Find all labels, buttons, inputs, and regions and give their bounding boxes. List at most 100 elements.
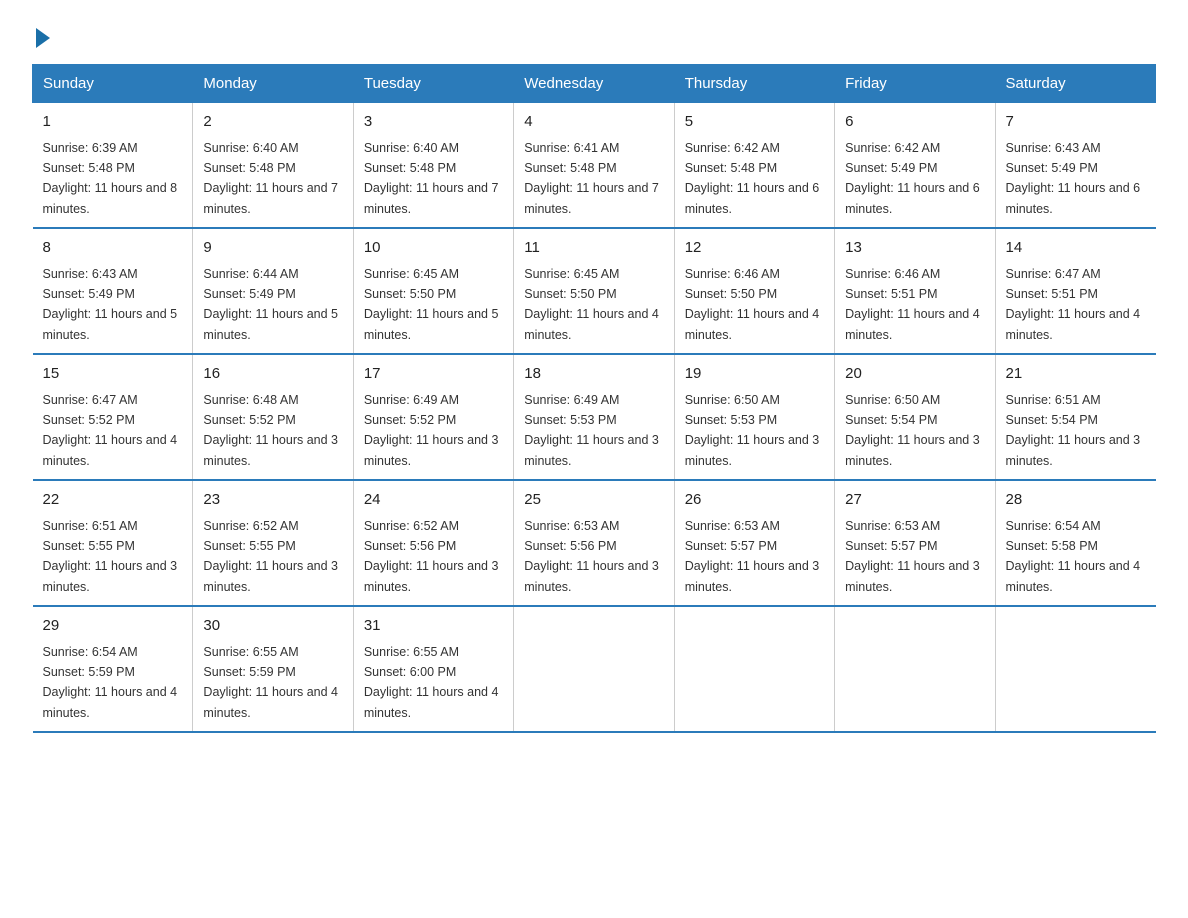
day-number: 31 xyxy=(364,615,503,638)
day-info: Sunrise: 6:40 AMSunset: 5:48 PMDaylight:… xyxy=(203,141,338,216)
calendar-cell: 13 Sunrise: 6:46 AMSunset: 5:51 PMDayligh… xyxy=(835,228,995,354)
day-number: 21 xyxy=(1006,363,1146,386)
day-number: 14 xyxy=(1006,237,1146,260)
day-number: 3 xyxy=(364,111,503,134)
calendar-header-row: SundayMondayTuesdayWednesdayThursdayFrid… xyxy=(33,65,1156,103)
calendar-cell: 12 Sunrise: 6:46 AMSunset: 5:50 PMDayligh… xyxy=(674,228,834,354)
day-info: Sunrise: 6:49 AMSunset: 5:53 PMDaylight:… xyxy=(524,393,659,468)
day-info: Sunrise: 6:42 AMSunset: 5:49 PMDaylight:… xyxy=(845,141,980,216)
day-info: Sunrise: 6:52 AMSunset: 5:55 PMDaylight:… xyxy=(203,519,338,594)
day-info: Sunrise: 6:39 AMSunset: 5:48 PMDaylight:… xyxy=(43,141,178,216)
header-thursday: Thursday xyxy=(674,65,834,103)
day-info: Sunrise: 6:46 AMSunset: 5:51 PMDaylight:… xyxy=(845,267,980,342)
calendar-cell: 7 Sunrise: 6:43 AMSunset: 5:49 PMDaylight… xyxy=(995,103,1155,229)
calendar-cell: 30Sunrise: 6:55 AMSunset: 5:59 PMDayligh… xyxy=(193,606,353,732)
calendar-cell: 1 Sunrise: 6:39 AMSunset: 5:48 PMDaylight… xyxy=(33,103,193,229)
calendar-cell: 26Sunrise: 6:53 AMSunset: 5:57 PMDayligh… xyxy=(674,480,834,606)
day-info: Sunrise: 6:41 AMSunset: 5:48 PMDaylight:… xyxy=(524,141,659,216)
day-number: 7 xyxy=(1006,111,1146,134)
calendar-cell: 25Sunrise: 6:53 AMSunset: 5:56 PMDayligh… xyxy=(514,480,674,606)
header-sunday: Sunday xyxy=(33,65,193,103)
calendar-cell: 23 Sunrise: 6:52 AMSunset: 5:55 PMDayligh… xyxy=(193,480,353,606)
day-number: 19 xyxy=(685,363,824,386)
calendar-cell: 18 Sunrise: 6:49 AMSunset: 5:53 PMDayligh… xyxy=(514,354,674,480)
logo xyxy=(32,24,50,44)
day-number: 15 xyxy=(43,363,183,386)
day-info: Sunrise: 6:47 AMSunset: 5:52 PMDaylight:… xyxy=(43,393,178,468)
day-number: 4 xyxy=(524,111,663,134)
calendar-cell: 24Sunrise: 6:52 AMSunset: 5:56 PMDayligh… xyxy=(353,480,513,606)
day-info: Sunrise: 6:44 AMSunset: 5:49 PMDaylight:… xyxy=(203,267,338,342)
day-number: 29 xyxy=(43,615,183,638)
header-friday: Friday xyxy=(835,65,995,103)
calendar-cell: 11 Sunrise: 6:45 AMSunset: 5:50 PMDayligh… xyxy=(514,228,674,354)
calendar-cell xyxy=(835,606,995,732)
day-number: 8 xyxy=(43,237,183,260)
day-info: Sunrise: 6:51 AMSunset: 5:54 PMDaylight:… xyxy=(1006,393,1141,468)
day-info: Sunrise: 6:48 AMSunset: 5:52 PMDaylight:… xyxy=(203,393,338,468)
day-number: 27 xyxy=(845,489,984,512)
day-number: 16 xyxy=(203,363,342,386)
day-number: 12 xyxy=(685,237,824,260)
calendar-week-row: 29Sunrise: 6:54 AMSunset: 5:59 PMDayligh… xyxy=(33,606,1156,732)
day-info: Sunrise: 6:55 AMSunset: 5:59 PMDaylight:… xyxy=(203,645,338,720)
day-info: Sunrise: 6:42 AMSunset: 5:48 PMDaylight:… xyxy=(685,141,820,216)
calendar-cell: 27 Sunrise: 6:53 AMSunset: 5:57 PMDayligh… xyxy=(835,480,995,606)
calendar-cell: 4 Sunrise: 6:41 AMSunset: 5:48 PMDaylight… xyxy=(514,103,674,229)
day-number: 22 xyxy=(43,489,183,512)
header-monday: Monday xyxy=(193,65,353,103)
day-number: 6 xyxy=(845,111,984,134)
day-number: 1 xyxy=(43,111,183,134)
day-number: 5 xyxy=(685,111,824,134)
day-number: 9 xyxy=(203,237,342,260)
day-info: Sunrise: 6:50 AMSunset: 5:54 PMDaylight:… xyxy=(845,393,980,468)
logo-arrow-icon xyxy=(36,28,50,48)
header-saturday: Saturday xyxy=(995,65,1155,103)
calendar-cell: 28 Sunrise: 6:54 AMSunset: 5:58 PMDayligh… xyxy=(995,480,1155,606)
calendar-cell: 5 Sunrise: 6:42 AMSunset: 5:48 PMDaylight… xyxy=(674,103,834,229)
day-info: Sunrise: 6:53 AMSunset: 5:57 PMDaylight:… xyxy=(845,519,980,594)
calendar-cell: 31 Sunrise: 6:55 AMSunset: 6:00 PMDayligh… xyxy=(353,606,513,732)
calendar-cell: 16 Sunrise: 6:48 AMSunset: 5:52 PMDayligh… xyxy=(193,354,353,480)
day-number: 28 xyxy=(1006,489,1146,512)
calendar-cell: 19Sunrise: 6:50 AMSunset: 5:53 PMDayligh… xyxy=(674,354,834,480)
day-info: Sunrise: 6:47 AMSunset: 5:51 PMDaylight:… xyxy=(1006,267,1141,342)
day-number: 2 xyxy=(203,111,342,134)
day-number: 11 xyxy=(524,237,663,260)
day-info: Sunrise: 6:53 AMSunset: 5:57 PMDaylight:… xyxy=(685,519,820,594)
calendar-week-row: 15 Sunrise: 6:47 AMSunset: 5:52 PMDayligh… xyxy=(33,354,1156,480)
calendar-cell: 9 Sunrise: 6:44 AMSunset: 5:49 PMDaylight… xyxy=(193,228,353,354)
calendar-cell xyxy=(674,606,834,732)
calendar-cell: 10Sunrise: 6:45 AMSunset: 5:50 PMDayligh… xyxy=(353,228,513,354)
calendar-table: SundayMondayTuesdayWednesdayThursdayFrid… xyxy=(32,64,1156,733)
day-info: Sunrise: 6:52 AMSunset: 5:56 PMDaylight:… xyxy=(364,519,499,594)
day-number: 23 xyxy=(203,489,342,512)
header-tuesday: Tuesday xyxy=(353,65,513,103)
day-number: 20 xyxy=(845,363,984,386)
day-info: Sunrise: 6:55 AMSunset: 6:00 PMDaylight:… xyxy=(364,645,499,720)
day-info: Sunrise: 6:45 AMSunset: 5:50 PMDaylight:… xyxy=(524,267,659,342)
day-number: 13 xyxy=(845,237,984,260)
day-info: Sunrise: 6:54 AMSunset: 5:58 PMDaylight:… xyxy=(1006,519,1141,594)
calendar-cell: 8 Sunrise: 6:43 AMSunset: 5:49 PMDaylight… xyxy=(33,228,193,354)
calendar-cell: 29Sunrise: 6:54 AMSunset: 5:59 PMDayligh… xyxy=(33,606,193,732)
calendar-cell: 17Sunrise: 6:49 AMSunset: 5:52 PMDayligh… xyxy=(353,354,513,480)
day-info: Sunrise: 6:43 AMSunset: 5:49 PMDaylight:… xyxy=(43,267,178,342)
calendar-cell: 21 Sunrise: 6:51 AMSunset: 5:54 PMDayligh… xyxy=(995,354,1155,480)
day-info: Sunrise: 6:49 AMSunset: 5:52 PMDaylight:… xyxy=(364,393,499,468)
day-info: Sunrise: 6:51 AMSunset: 5:55 PMDaylight:… xyxy=(43,519,178,594)
calendar-week-row: 1 Sunrise: 6:39 AMSunset: 5:48 PMDaylight… xyxy=(33,103,1156,229)
day-info: Sunrise: 6:43 AMSunset: 5:49 PMDaylight:… xyxy=(1006,141,1141,216)
day-info: Sunrise: 6:53 AMSunset: 5:56 PMDaylight:… xyxy=(524,519,659,594)
day-info: Sunrise: 6:46 AMSunset: 5:50 PMDaylight:… xyxy=(685,267,820,342)
calendar-cell: 22 Sunrise: 6:51 AMSunset: 5:55 PMDayligh… xyxy=(33,480,193,606)
calendar-cell xyxy=(995,606,1155,732)
calendar-week-row: 22 Sunrise: 6:51 AMSunset: 5:55 PMDayligh… xyxy=(33,480,1156,606)
day-info: Sunrise: 6:40 AMSunset: 5:48 PMDaylight:… xyxy=(364,141,499,216)
day-number: 18 xyxy=(524,363,663,386)
calendar-cell: 2 Sunrise: 6:40 AMSunset: 5:48 PMDaylight… xyxy=(193,103,353,229)
calendar-cell xyxy=(514,606,674,732)
page-header xyxy=(32,24,1156,44)
header-wednesday: Wednesday xyxy=(514,65,674,103)
calendar-cell: 20 Sunrise: 6:50 AMSunset: 5:54 PMDayligh… xyxy=(835,354,995,480)
